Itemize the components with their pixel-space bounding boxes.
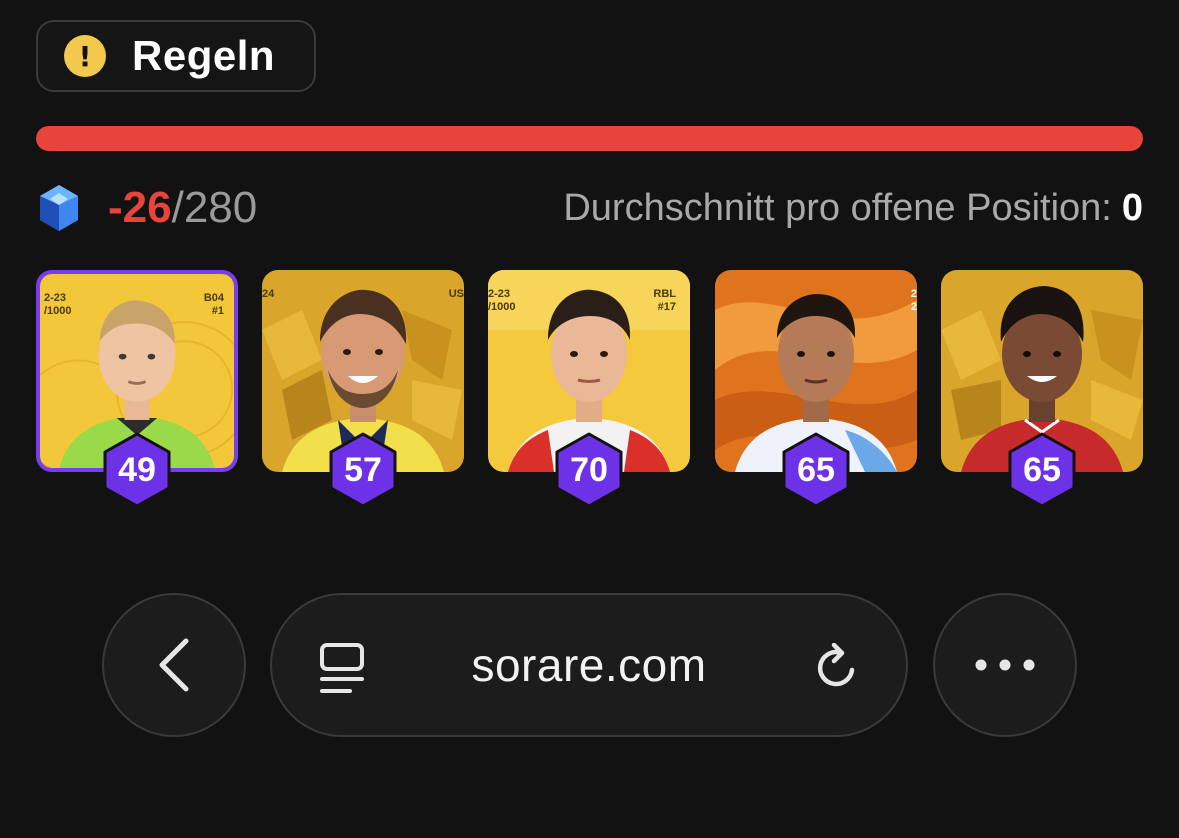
player-card[interactable]: 2-23/1000 B04 #1 49 [36, 270, 238, 508]
player-card[interactable]: 2-23/1000 RBL #17 70 [488, 270, 690, 508]
average-per-open-position: Durchschnitt pro offene Position: 0 [563, 189, 1143, 227]
score-badge: 49 [101, 432, 173, 508]
score-progress-fill [36, 126, 1143, 151]
player-score: 70 [570, 450, 608, 489]
player-score: 65 [797, 450, 835, 489]
score-badge: 70 [553, 432, 625, 508]
more-button[interactable] [933, 593, 1077, 737]
score-badge: 65 [780, 432, 852, 508]
url-text: sorare.com [471, 639, 707, 691]
current-score: -26 [108, 183, 172, 232]
rules-label: Regeln [132, 32, 276, 79]
reload-icon[interactable] [812, 643, 862, 693]
score-badge: 65 [1006, 432, 1078, 508]
score-progress-bar [36, 126, 1143, 151]
back-button[interactable] [102, 593, 246, 737]
gem-icon [40, 185, 78, 231]
score-separator: / [171, 183, 184, 232]
average-value: 0 [1121, 187, 1143, 229]
player-card[interactable]: 22 65 [715, 270, 917, 508]
app-screen: ! Regeln -26/280 Durchschnitt pro offene… [0, 0, 1179, 838]
score-row: -26/280 Durchschnitt pro offene Position… [36, 178, 1143, 238]
rules-button[interactable]: ! Regeln [36, 20, 316, 92]
player-score: 49 [118, 450, 156, 489]
address-bar[interactable]: sorare.com [270, 593, 908, 737]
score-cap: 280 [183, 183, 258, 232]
score-badge: 57 [327, 432, 399, 508]
player-score: 57 [344, 450, 382, 489]
player-card[interactable]: 24 US 57 [262, 270, 464, 508]
chevron-left-icon [159, 638, 189, 692]
player-card[interactable]: 65 [941, 270, 1143, 508]
more-icon [975, 659, 1035, 671]
warning-icon: ! [64, 35, 106, 77]
score-value: -26/280 [108, 186, 257, 230]
average-label: Durchschnitt pro offene Position: [563, 187, 1112, 229]
player-score: 65 [1023, 450, 1061, 489]
lineup-cards: 2-23/1000 B04 #1 49 24 US 57 2-23 /1000 … [36, 270, 1143, 510]
